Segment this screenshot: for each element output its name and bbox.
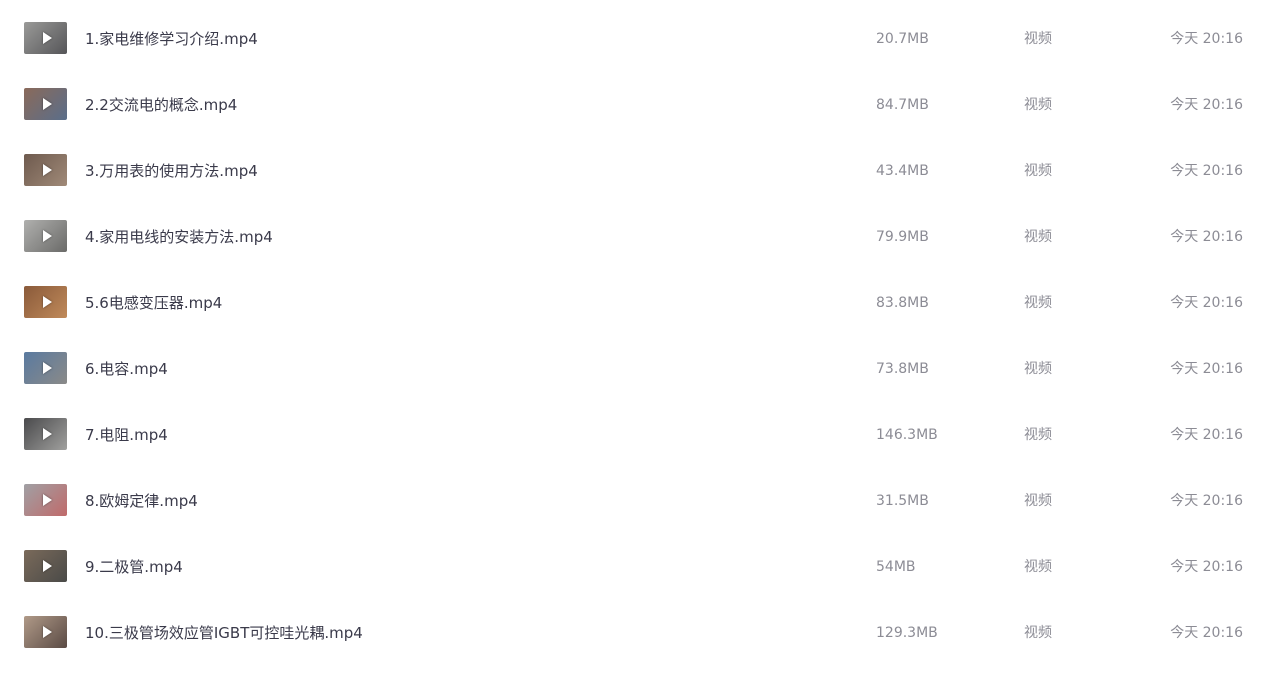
play-icon (42, 494, 52, 506)
file-type: 视频 (1024, 493, 1052, 509)
video-thumbnail[interactable] (24, 418, 67, 450)
file-size: 84.7MB (876, 97, 929, 113)
file-modified-date: 今天 20:16 (1170, 97, 1243, 113)
video-thumbnail[interactable] (24, 616, 67, 648)
file-row[interactable]: 7.电阻.mp4 146.3MB 视频 今天 20:16 (0, 402, 1280, 468)
file-type: 视频 (1024, 427, 1052, 443)
video-thumbnail[interactable] (24, 220, 67, 252)
file-name[interactable]: 8.欧姆定律.mp4 (85, 468, 198, 534)
file-type: 视频 (1024, 625, 1052, 641)
file-modified-date: 今天 20:16 (1170, 493, 1243, 509)
file-modified-date: 今天 20:16 (1170, 229, 1243, 245)
file-modified-date: 今天 20:16 (1170, 559, 1243, 575)
play-icon (42, 164, 52, 176)
file-modified-date: 今天 20:16 (1170, 31, 1243, 47)
file-name[interactable]: 6.电容.mp4 (85, 336, 168, 402)
file-name[interactable]: 9.二极管.mp4 (85, 534, 183, 600)
file-size: 79.9MB (876, 229, 929, 245)
file-row[interactable]: 5.6电感变压器.mp4 83.8MB 视频 今天 20:16 (0, 270, 1280, 336)
video-thumbnail[interactable] (24, 286, 67, 318)
file-type: 视频 (1024, 31, 1052, 47)
file-type: 视频 (1024, 559, 1052, 575)
file-modified-date: 今天 20:16 (1170, 361, 1243, 377)
play-icon (42, 428, 52, 440)
file-type: 视频 (1024, 163, 1052, 179)
file-type: 视频 (1024, 97, 1052, 113)
video-thumbnail[interactable] (24, 484, 67, 516)
play-icon (42, 626, 52, 638)
file-size: 20.7MB (876, 31, 929, 47)
play-icon (42, 296, 52, 308)
play-icon (42, 32, 52, 44)
file-row[interactable]: 9.二极管.mp4 54MB 视频 今天 20:16 (0, 534, 1280, 600)
file-size: 146.3MB (876, 427, 938, 443)
file-modified-date: 今天 20:16 (1170, 427, 1243, 443)
file-name[interactable]: 2.2交流电的概念.mp4 (85, 72, 237, 138)
play-icon (42, 362, 52, 374)
file-row[interactable]: 8.欧姆定律.mp4 31.5MB 视频 今天 20:16 (0, 468, 1280, 534)
file-row[interactable]: 4.家用电线的安装方法.mp4 79.9MB 视频 今天 20:16 (0, 204, 1280, 270)
video-thumbnail[interactable] (24, 352, 67, 384)
file-list: 1.家电维修学习介绍.mp4 20.7MB 视频 今天 20:16 2.2交流电的概念.… (0, 0, 1280, 682)
file-row[interactable]: 2.2交流电的概念.mp4 84.7MB 视频 今天 20:16 (0, 72, 1280, 138)
file-row[interactable]: 1.家电维修学习介绍.mp4 20.7MB 视频 今天 20:16 (0, 6, 1280, 72)
file-name[interactable]: 5.6电感变压器.mp4 (85, 270, 222, 336)
video-thumbnail[interactable] (24, 550, 67, 582)
file-name[interactable]: 1.家电维修学习介绍.mp4 (85, 6, 258, 72)
play-icon (42, 560, 52, 572)
file-modified-date: 今天 20:16 (1170, 295, 1243, 311)
file-type: 视频 (1024, 295, 1052, 311)
play-icon (42, 98, 52, 110)
file-name[interactable]: 3.万用表的使用方法.mp4 (85, 138, 258, 204)
file-size: 73.8MB (876, 361, 929, 377)
video-thumbnail[interactable] (24, 88, 67, 120)
file-row[interactable]: 3.万用表的使用方法.mp4 43.4MB 视频 今天 20:16 (0, 138, 1280, 204)
play-icon (42, 230, 52, 242)
file-name[interactable]: 7.电阻.mp4 (85, 402, 168, 468)
file-type: 视频 (1024, 361, 1052, 377)
file-name[interactable]: 10.三极管场效应管IGBT可控哇光耦.mp4 (85, 600, 363, 666)
file-size: 129.3MB (876, 625, 938, 641)
file-name[interactable]: 4.家用电线的安装方法.mp4 (85, 204, 273, 270)
video-thumbnail[interactable] (24, 22, 67, 54)
video-thumbnail[interactable] (24, 154, 67, 186)
file-size: 83.8MB (876, 295, 929, 311)
file-type: 视频 (1024, 229, 1052, 245)
file-size: 31.5MB (876, 493, 929, 509)
file-modified-date: 今天 20:16 (1170, 163, 1243, 179)
file-size: 54MB (876, 559, 916, 575)
file-row[interactable]: 6.电容.mp4 73.8MB 视频 今天 20:16 (0, 336, 1280, 402)
file-size: 43.4MB (876, 163, 929, 179)
file-row[interactable]: 10.三极管场效应管IGBT可控哇光耦.mp4 129.3MB 视频 今天 20:16 (0, 600, 1280, 666)
file-modified-date: 今天 20:16 (1170, 625, 1243, 641)
